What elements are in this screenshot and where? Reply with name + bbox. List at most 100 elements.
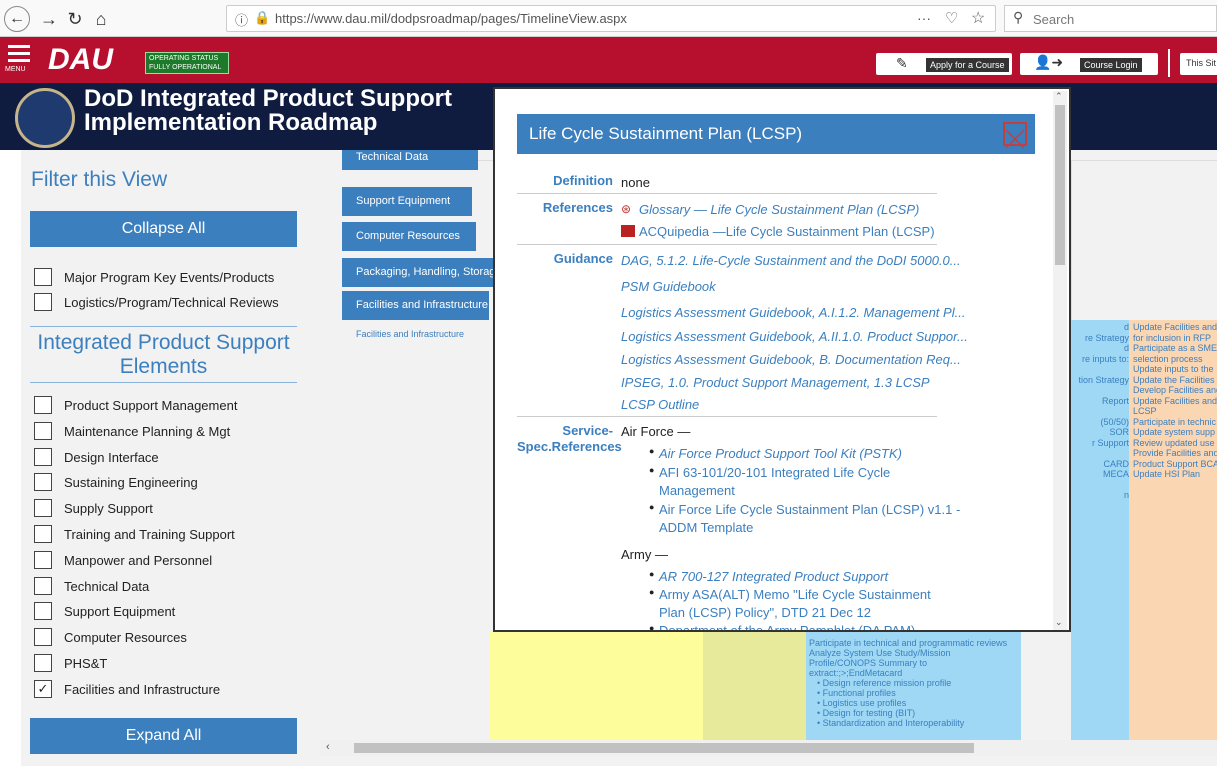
ips-element-label[interactable]: Supply Support <box>64 501 153 516</box>
bookmark-star-icon[interactable]: ☆ <box>971 8 985 28</box>
ips-element-label[interactable]: Technical Data <box>64 579 149 594</box>
category-button[interactable]: Packaging, Handling, Storage <box>342 258 496 287</box>
air-force-reference-link[interactable]: Air Force Product Support Tool Kit (PSTK… <box>659 446 902 461</box>
phase-column-blue[interactable]: Participate in technical and programmati… <box>806 632 1021 740</box>
ips-element-checkbox[interactable] <box>34 499 52 518</box>
category-button[interactable]: Support Equipment <box>342 187 472 216</box>
air-force-reference-link[interactable]: AFI 63-101/20-101 Integrated Life Cycle <box>659 465 890 480</box>
ips-element-label[interactable]: Computer Resources <box>64 630 187 645</box>
guidance-link[interactable]: LCSP Outline <box>621 397 699 412</box>
filter-checkbox[interactable] <box>34 268 52 286</box>
url-text[interactable]: https://www.dau.mil/dodpsroadmap/pages/T… <box>275 11 627 26</box>
expand-all-button[interactable]: Expand All <box>30 718 297 754</box>
pocket-icon[interactable]: ♡ <box>945 9 958 27</box>
close-icon[interactable] <box>1003 122 1027 149</box>
ips-element-label[interactable]: Product Support Management <box>64 398 237 413</box>
guidance-link[interactable]: PSM Guidebook <box>621 279 716 294</box>
timeline-task-text: • Design for testing (BIT) <box>817 708 916 718</box>
ips-element-checkbox[interactable]: ✓ <box>34 679 52 698</box>
page-actions-icon[interactable]: ··· <box>917 10 931 26</box>
timeline-task-text <box>1071 385 1129 396</box>
air-force-reference-link[interactable]: Air Force Life Cycle Sustainment Plan (L… <box>659 502 960 517</box>
title-line-2: Implementation Roadmap <box>84 109 378 136</box>
divider <box>30 326 297 327</box>
ips-element-label[interactable]: Design Interface <box>64 450 159 465</box>
page-title: DoD Integrated Product Support Implement… <box>84 87 452 135</box>
army-reference-link[interactable]: AR 700-127 Integrated Product Support <box>659 569 888 584</box>
timeline-task-text: • Design reference mission profile <box>817 678 952 688</box>
horizontal-scrollbar[interactable]: ‹ <box>320 740 1217 756</box>
operating-status-badge[interactable]: OPERATING STATUS FULLY OPERATIONAL <box>145 52 229 74</box>
search-input[interactable]: ⚲ Search <box>1004 5 1217 32</box>
army-reference-link[interactable]: Department of the Army Pamphlet (DA PAM)… <box>659 623 926 630</box>
ips-element-checkbox[interactable] <box>34 396 52 414</box>
scrollbar-thumb[interactable] <box>354 743 974 753</box>
timeline-task-text <box>1071 480 1129 491</box>
ips-element-checkbox[interactable] <box>34 550 52 569</box>
ips-element-checkbox[interactable] <box>34 576 52 595</box>
search-icon: ⚲ <box>1013 9 1024 25</box>
ips-element-label[interactable]: Training and Training Support <box>64 527 235 542</box>
reference-link-glossary[interactable]: Glossary — Life Cycle Sustainment Plan (… <box>639 202 919 217</box>
ips-element-checkbox[interactable] <box>34 525 52 543</box>
timeline-task-text: (50/50) <box>1100 416 1129 427</box>
guidance-link[interactable]: DAG, 5.1.2. Life-Cycle Sustainment and t… <box>621 253 961 268</box>
this-site-search[interactable]: This Sit <box>1180 53 1217 75</box>
phase-column-peach[interactable]: Update Facilities and for inclusion in RF… <box>1129 320 1217 740</box>
modal-scrollbar-thumb[interactable] <box>1055 105 1065 265</box>
air-force-reference-link[interactable]: ADDM Template <box>659 520 753 535</box>
guidance-link[interactable]: Logistics Assessment Guidebook, A.II.1.0… <box>621 329 968 344</box>
forward-icon[interactable]: → <box>36 6 62 32</box>
timeline-task-text: r Support <box>1091 437 1129 448</box>
info-icon[interactable]: ⓘ <box>235 10 248 29</box>
army-reference-link[interactable]: Plan (LCSP) Policy", DTD 21 Dec 12 <box>659 605 871 620</box>
army-reference-link[interactable]: Army ASA(ALT) Memo "Life Cycle Sustainme… <box>659 587 931 602</box>
ips-element-checkbox[interactable] <box>34 421 52 440</box>
ips-element-checkbox[interactable] <box>34 628 52 647</box>
ips-element-label[interactable]: Manpower and Personnel <box>64 553 212 568</box>
filter-checkbox-label[interactable]: Logistics/Program/Technical Reviews <box>64 295 279 310</box>
modal-scrollbar[interactable]: ⌃ ⌄ <box>1053 91 1067 630</box>
scroll-down-icon[interactable]: ⌄ <box>1055 617 1063 628</box>
home-icon[interactable]: ⌂ <box>88 6 114 32</box>
category-button[interactable]: Facilities and Infrastructure <box>342 291 489 320</box>
collapse-all-button[interactable]: Collapse All <box>30 211 297 247</box>
course-login-button[interactable]: 👤➜ Course Login <box>1020 53 1158 75</box>
apply-course-button[interactable]: ✎ Apply for a Course <box>876 53 1012 75</box>
reference-link-acquipedia[interactable]: ACQuipedia —Life Cycle Sustainment Plan … <box>639 224 935 239</box>
filter-heading: Filter this View <box>31 168 168 191</box>
category-button[interactable]: Technical Data <box>342 150 478 170</box>
guidance-link[interactable]: IPSEG, 1.0. Product Support Management, … <box>621 375 930 390</box>
ips-element-label[interactable]: PHS&T <box>64 656 107 671</box>
ips-element-checkbox[interactable] <box>34 654 52 672</box>
filter-checkbox[interactable] <box>34 293 52 311</box>
filter-checkbox-label[interactable]: Major Program Key Events/Products <box>64 270 274 285</box>
guidance-link[interactable]: Logistics Assessment Guidebook, B. Docum… <box>621 352 961 367</box>
search-placeholder: Search <box>1033 12 1075 27</box>
ips-element-label[interactable]: Maintenance Planning & Mgt <box>64 424 230 439</box>
scroll-left-icon[interactable]: ‹ <box>326 741 330 753</box>
reload-icon[interactable]: ↻ <box>62 6 88 32</box>
category-button[interactable]: Computer Resources <box>342 222 476 251</box>
scroll-up-icon[interactable]: ⌃ <box>1055 91 1063 102</box>
ips-element-label[interactable]: Facilities and Infrastructure <box>64 682 220 697</box>
url-bar[interactable]: ⓘ 🔒 https://www.dau.mil/dodpsroadmap/pag… <box>226 5 996 32</box>
bullet-icon: ● <box>649 587 655 597</box>
guidance-link[interactable]: Logistics Assessment Guidebook, A.I.1.2.… <box>621 305 965 320</box>
phase-column-blue-right[interactable]: d re Strategy d re inputs to: tion Strategy R… <box>1071 320 1129 740</box>
dau-logo[interactable]: DAU <box>48 45 113 75</box>
timeline-row-label[interactable]: Facilities and Infrastructure <box>356 329 464 339</box>
ips-heading-line-2: Elements <box>119 355 208 378</box>
ips-element-checkbox[interactable] <box>34 447 52 466</box>
timeline-task-text: MECA <box>1102 469 1129 479</box>
timeline-task-text: Product Support BCA <box>1133 458 1217 469</box>
air-force-reference-link[interactable]: Management <box>659 483 735 498</box>
back-icon[interactable]: ← <box>4 6 30 32</box>
ips-element-label[interactable]: Support Equipment <box>64 604 175 619</box>
ips-element-checkbox[interactable] <box>34 473 52 492</box>
ips-element-checkbox[interactable] <box>34 602 52 621</box>
ips-element-label[interactable]: Sustaining Engineering <box>64 475 198 490</box>
menu-button[interactable]: MENU <box>5 45 30 73</box>
timeline-task-text <box>1071 406 1129 417</box>
timeline-task-text: re inputs to: <box>1081 353 1129 364</box>
